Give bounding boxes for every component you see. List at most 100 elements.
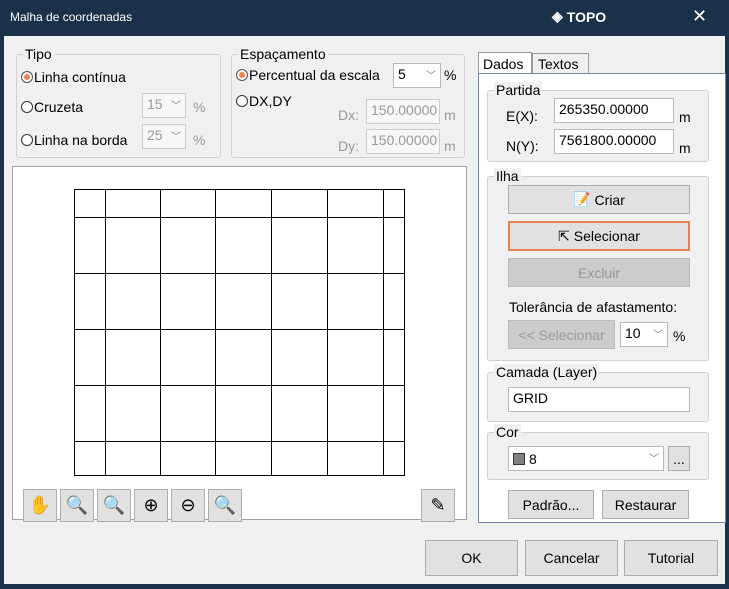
chevron-down-icon: ﹀ [171,97,181,112]
ny-input[interactable]: 7561800.00000 [554,129,674,154]
radio-icon [21,71,33,83]
unit-label: m [444,107,456,123]
unit-label: m [444,138,456,154]
radio-icon [21,101,33,113]
radio-percentual[interactable]: Percentual da escala [236,67,380,83]
ny-label: N(Y): [506,138,539,154]
pct-label: % [193,99,205,115]
option-label: Cruzeta [34,99,83,115]
dx-label: Dx: [338,107,359,123]
camada-input[interactable]: GRID [508,387,690,412]
tutorial-button[interactable]: Tutorial [624,540,718,576]
grid-preview[interactable] [12,166,467,520]
chevron-down-icon: ﹀ [171,128,181,143]
borda-select[interactable]: 25 ﹀ [142,124,186,149]
radio-dxdy[interactable]: DX,DY [236,93,292,109]
select-value: 5 [398,66,406,82]
radio-linha-continua[interactable]: Linha contínua [21,69,126,85]
zoom-window-button[interactable]: 🔍 [60,489,94,522]
select-value: 15 [147,96,163,112]
ok-button[interactable]: OK [425,540,518,576]
camada-group: Camada (Layer) GRID [487,372,709,422]
dy-input[interactable]: 150.00000 [366,129,440,154]
chevron-down-icon: ﹀ [426,67,436,82]
radio-icon [21,134,33,146]
padrao-button[interactable]: Padrão... [508,490,594,519]
zoom-extents-button[interactable]: 🔍 [97,489,131,522]
pencil-icon: ✎ [430,495,445,516]
tipo-group: Tipo Linha contínua Cruzeta 15﹀ % Linha … [16,54,221,158]
zoom-in-icon: ⊕ [143,495,158,516]
cor-select[interactable]: 8﹀ [508,446,664,471]
cancelar-button[interactable]: Cancelar [525,540,618,576]
radio-icon [236,95,248,107]
back-selecionar-button[interactable]: << Selecionar [508,320,615,349]
option-label: Linha na borda [34,132,127,148]
camada-label: Camada (Layer) [494,364,599,380]
ilha-label: Ilha [494,168,521,184]
select-cursor-icon: ⇱ [558,228,570,245]
percentual-select[interactable]: 5﹀ [393,63,441,88]
tolerancia-label: Tolerância de afastamento: [509,299,677,315]
cor-group: Cor 8﹀ ... [487,432,709,480]
select-value: 25 [147,127,163,143]
color-swatch [513,453,525,465]
unit-label: m [679,140,691,156]
button-label: Selecionar [574,228,640,244]
dx-input[interactable]: 150.00000 [366,99,440,124]
radio-icon [236,69,248,81]
espacamento-label: Espaçamento [238,46,328,62]
zoom-extents-icon: 🔍 [103,495,125,516]
close-button[interactable]: ✕ [692,6,707,27]
ex-input[interactable]: 265350.00000 [554,98,674,123]
grid-drawing [13,167,468,521]
draw-style-button[interactable]: ✎ [421,489,455,522]
logo-text: TOPO [567,9,606,25]
tipo-label: Tipo [23,46,54,62]
dy-label: Dy: [338,138,359,154]
hand-icon: ✋ [29,495,51,516]
zoom-previous-icon: 🔍 [214,495,236,516]
excluir-button[interactable]: Excluir [508,258,690,287]
zoom-in-button[interactable]: ⊕ [134,489,168,522]
tab-dados[interactable]: Dados [478,52,532,74]
topo-logo: ◈TOPO [552,8,606,25]
zoom-previous-button[interactable]: 🔍 [208,489,242,522]
zoom-window-icon: 🔍 [66,495,88,516]
select-value: 8 [529,451,537,467]
chevron-down-icon: ﹀ [649,450,659,465]
radio-cruzeta[interactable]: Cruzeta [21,99,83,115]
chevron-down-icon: ﹀ [653,326,663,341]
pct-label: % [444,67,456,83]
button-label: Criar [595,192,625,208]
select-value: 10 [625,325,641,341]
logo-icon: ◈ [552,8,563,25]
dados-panel: Partida E(X): 265350.00000 m N(Y): 75618… [478,73,726,523]
option-label: Linha contínua [34,69,126,85]
ex-label: E(X): [506,108,538,124]
zoom-out-icon: ⊖ [180,495,195,516]
window-title: Malha de coordenadas [10,10,132,24]
cor-label: Cor [494,424,521,440]
more-colors-button[interactable]: ... [668,446,690,471]
criar-button[interactable]: 📝 Criar [508,185,690,214]
edit-icon: 📝 [573,191,590,208]
unit-label: m [679,109,691,125]
pct-label: % [673,328,685,344]
pct-label: % [193,132,205,148]
partida-group: Partida E(X): 265350.00000 m N(Y): 75618… [487,90,709,162]
restaurar-button[interactable]: Restaurar [602,490,689,519]
cruzeta-select[interactable]: 15 ﹀ [142,93,186,118]
partida-label: Partida [494,82,542,98]
dialog-body: Tipo Linha contínua Cruzeta 15 ﹀ % Linha … [4,36,725,584]
tab-textos[interactable]: Textos [532,53,589,73]
option-label: DX,DY [249,93,292,109]
ilha-group: Ilha 📝Criar ⇱Selecionar Excluir Tolerânc… [487,176,709,361]
pan-tool-button[interactable]: ✋ [23,489,57,522]
option-label: Percentual da escala [249,67,380,83]
espacamento-group: Espaçamento Percentual da escala 5﹀ % DX… [231,54,465,158]
radio-linha-borda[interactable]: Linha na borda [21,132,127,148]
zoom-out-button[interactable]: ⊖ [171,489,205,522]
selecionar-button[interactable]: ⇱Selecionar [508,221,690,251]
tolerancia-select[interactable]: 10 ﹀ [620,322,668,347]
